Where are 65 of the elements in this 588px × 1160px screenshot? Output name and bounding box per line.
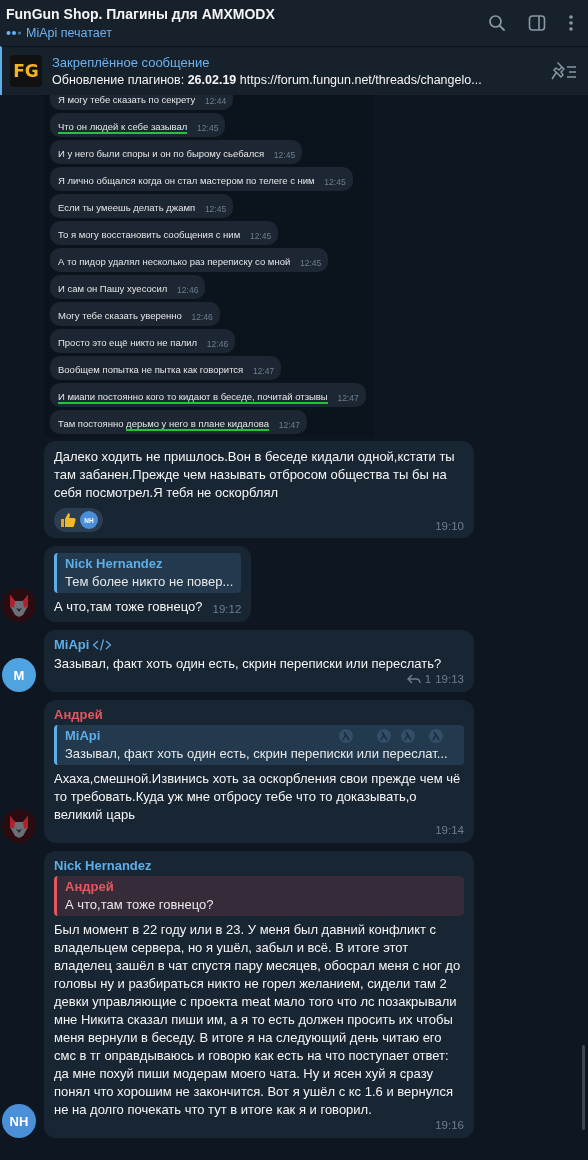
pinned-message-bar[interactable]: FG Закреплённое сообщение Обновление плагинов: 26.02.19 https://forum.fungun.net/threads/changelo... (0, 46, 588, 95)
screenshot-message-time: 12:45 (324, 177, 346, 187)
message-text: Ахаха,смешной.Извинись хоть за оскорбления свои прежде чем чё то требовать.Куда уж мне отбросу тебе что то доказывать,о великий царь (54, 770, 462, 824)
screenshot-message-time: 12:45 (249, 231, 272, 241)
user-avatar[interactable]: NH (2, 1104, 36, 1138)
screenshot-message-text: Там постоянно дерьмо у него в плане кидалова (58, 418, 269, 431)
message-time: 19:10 (435, 520, 464, 532)
message-time: 19:16 (435, 1119, 464, 1131)
screenshot-message-text: Вообщем попытка не пытка как говорится (58, 364, 244, 377)
screenshot-message-text: Я могу тебе сказать по секрету (58, 95, 196, 107)
message-text: Был момент в 22 году или в 23. У меня был давний конфликт с владельцем сервера, но я ушёл, забыл и всё. В итоге этот владелец зашёл в чат спустя пару месяцев, обосрал меня с ног до головы ну и разбираться никто не горел желанием, сидели там 2 девки управляющие с проекта meat мало того что лс позакрывали мне Никита сказал пиши им, а я то есть должен просить их чтобы меня вернули в беседу. В итоге я на следующий день читаю его смс в тг оправдываюсь и говорю как есть на что поступает ответ: да мне похуй пиши модерам моего чата. Ну и ясен хуй я сразу понял что хорошим не закончится. Вот я ушёл с кс 1.6 и вернулся не на долго почекать что тут в итоге как я и говорил. (54, 921, 462, 1119)
screenshot-message-time: 12:46 (191, 312, 213, 322)
screenshot-message-time: 12:45 (273, 150, 296, 160)
screenshot-message-text: Если ты умеешь делать джамп (58, 202, 196, 215)
search-icon[interactable] (488, 14, 506, 32)
screenshot-message-text: А то пидор удалял несколько раз переписку со мной (58, 256, 291, 269)
screenshot-message-text: Просто это ещё никто не палил (58, 337, 198, 350)
screenshot-message-text: Что он людей к себе зазывал (58, 121, 188, 134)
scrollbar-thumb[interactable] (582, 1045, 585, 1130)
screenshot-message-time: 12:46 (206, 339, 229, 349)
screenshot-message-time: 12:45 (299, 258, 322, 268)
pin-list-icon[interactable] (550, 61, 578, 81)
sender-name[interactable]: Nick Hernandez (54, 858, 152, 873)
message-text: А что,там тоже говнецо? (54, 598, 203, 616)
reply-quote[interactable]: MiApi Зазывал, факт хоть один есть, скрин переписки или переслат... (54, 725, 464, 765)
screenshot-message-text: Могу тебе сказать уверенно (58, 310, 182, 323)
wolf-avatar-icon[interactable] (2, 588, 36, 622)
sidebar-toggle-icon[interactable] (528, 14, 546, 32)
wolf-avatar-icon[interactable] (2, 809, 36, 843)
reply-quote[interactable]: Nick Hernandez Тем более никто не повер... (54, 553, 242, 593)
screenshot-message-time: 12:47 (337, 393, 359, 403)
reply-text: Тем более никто не повер... (65, 574, 234, 589)
screenshot-message-time: 12:44 (204, 96, 227, 106)
screenshot-message-time: 12:45 (197, 123, 219, 133)
typing-status: MiApi печатает (26, 26, 113, 40)
screenshot-message-time: 12:46 (177, 285, 199, 295)
chat-title: FunGun Shop. Плагины для AMXMODX (6, 6, 276, 22)
pinned-text: Обновление плагинов: 26.02.19 https://forum.fungun.net/threads/changelo... (52, 73, 483, 87)
screenshot-message-time: 12:47 (278, 420, 300, 430)
reply-text: Зазывал, факт хоть один есть, скрин переписки или переслат... (65, 746, 449, 761)
sender-name[interactable]: MiApi (54, 637, 90, 652)
message-text: Зазывал, факт хоть один есть, скрин переписки или переслать? (54, 655, 442, 673)
reply-arrow-icon (406, 674, 421, 684)
sender-name[interactable]: Андрей (54, 707, 103, 722)
reply-sender: MiApi (65, 728, 102, 743)
reply-count[interactable]: 1 (424, 673, 432, 685)
screenshot-message-time: 12:47 (253, 366, 275, 376)
reply-sender: Nick Hernandez (65, 556, 164, 571)
thumbs-up-icon (59, 511, 77, 529)
message-text: Далеко ходить не пришлось.Вон в беседе кидали одной,кстати ты там забанен.Прежде чем называть отбросом общества ты бы на себя посмотрел.Я тебя не оскорблял (54, 448, 456, 502)
message-time: 19:14 (435, 824, 464, 836)
screenshot-message-text: То я могу восстановить сообщения с ним (58, 229, 241, 242)
reply-quote[interactable]: Андрей А что,там тоже говнецо? (54, 876, 464, 916)
screenshot-message-text: И у него были споры и он по бырому сьебался (58, 148, 265, 161)
pinned-label: Закреплённое сообщение (52, 55, 211, 70)
screenshot-message-text: Я лично общался когда он стал мастером по телеге с ним (58, 175, 315, 188)
screenshot-message-text: И миапи постоянно кого то кидают в беседе, почитай отзывы (58, 391, 328, 404)
screenshot-message-text: И сам он Пашу хуесосил (58, 283, 168, 296)
message-time: 19:13 (435, 673, 464, 685)
group-logo: FG (10, 55, 42, 87)
more-icon[interactable] (568, 14, 574, 32)
reply-text: А что,там тоже говнецо? (65, 897, 215, 912)
reply-sender: Андрей (65, 879, 115, 894)
screenshot-message-time: 12:45 (204, 204, 227, 214)
message-time: 19:12 (212, 603, 242, 615)
